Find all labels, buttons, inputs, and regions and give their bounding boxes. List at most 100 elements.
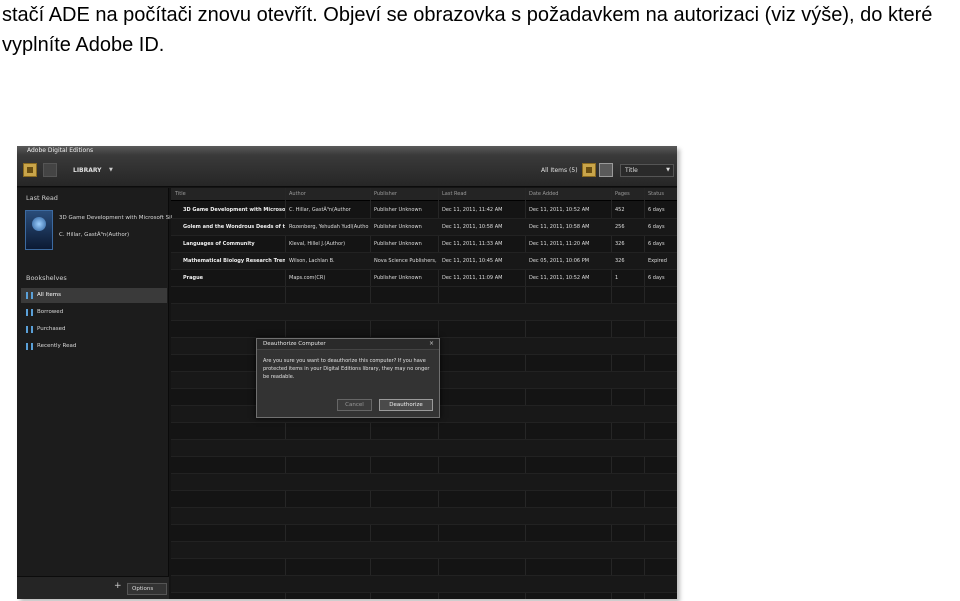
cell-status: 6 days (648, 241, 665, 247)
empty-row (171, 525, 677, 542)
reading-view-icon[interactable] (43, 163, 57, 177)
cell-status: 6 days (648, 224, 665, 230)
shelf-borrowed[interactable]: Borrowed (21, 305, 167, 320)
cell-author: Maps.com(CR) (289, 275, 326, 281)
shelf-label: Purchased (37, 326, 66, 332)
chevron-down-icon: ▼ (666, 167, 670, 173)
last-read-heading: Last Read (26, 194, 58, 202)
column-header-pages[interactable]: Pages (611, 188, 630, 201)
cell-date-added: Dec 11, 2011, 10:58 AM (529, 224, 590, 230)
add-shelf-icon[interactable]: + (114, 581, 122, 591)
cell-publisher: Publisher Unknown (374, 275, 422, 281)
dialog-message: Are you sure you want to deauthorize thi… (263, 358, 430, 380)
shelf-purchased[interactable]: Purchased (21, 322, 167, 337)
chevron-down-icon[interactable]: ▼ (109, 167, 113, 173)
close-icon[interactable]: × (429, 340, 434, 347)
cell-publisher: Publisher Unknown (374, 241, 422, 247)
cell-last-read: Dec 11, 2011, 10:58 AM (442, 224, 503, 230)
recent-book-title[interactable]: 3D Game Development with Microsoft Sil..… (59, 215, 177, 221)
cell-pages: 326 (615, 241, 625, 247)
cell-date-added: Dec 11, 2011, 10:52 AM (529, 207, 590, 213)
shelf-all-items[interactable]: All Items (21, 288, 167, 303)
options-button[interactable]: Options (127, 583, 167, 595)
column-header-date-added[interactable]: Date Added (525, 188, 558, 201)
cell-author: Kleval, Hillel J.(Author) (289, 241, 346, 247)
table-row[interactable]: 3D Game Development with Microsoft Sil..… (171, 202, 677, 219)
cell-title: Languages of Community (183, 241, 255, 247)
cell-author: Wilson, Lachlan B. (289, 258, 335, 264)
sidebar-footer: + Options (17, 576, 169, 599)
recent-book-author: C. Hillar, GastÃ³n(Author) (59, 232, 130, 238)
empty-row (171, 423, 677, 440)
cell-publisher: Publisher Unknown (374, 207, 422, 213)
column-header-status[interactable]: Status (644, 188, 664, 201)
bookshelf-icon (26, 326, 33, 333)
cell-title: 3D Game Development with Microsoft Sil..… (183, 207, 285, 213)
empty-row (171, 559, 677, 576)
table-row[interactable]: Golem and the Wondrous Deeds of the... R… (171, 219, 677, 236)
empty-row (171, 474, 677, 491)
window-titlebar: Adobe Digital Editions (17, 146, 677, 155)
bookshelves-heading: Bookshelves (26, 274, 67, 282)
library-view-icon[interactable] (23, 163, 37, 177)
empty-row (171, 304, 677, 321)
empty-row (171, 321, 677, 338)
bookshelf-icon (26, 309, 33, 316)
column-header-publisher[interactable]: Publisher (370, 188, 397, 201)
empty-row (171, 440, 677, 457)
list-view-icon[interactable] (599, 163, 613, 177)
shelf-recently-read[interactable]: Recently Read (21, 339, 167, 354)
document-paragraph: stačí ADE na počítači znovu otevřít. Obj… (2, 0, 960, 60)
empty-row (171, 491, 677, 508)
cell-title: Golem and the Wondrous Deeds of the... (183, 224, 285, 230)
paragraph-line-2: vyplníte Adobe ID. (2, 34, 165, 56)
all-items-count: All Items (5) (541, 167, 578, 174)
cell-status: 6 days (648, 275, 665, 281)
empty-row (171, 457, 677, 474)
sort-select[interactable]: Title ▼ (620, 164, 674, 177)
cell-date-added: Dec 11, 2011, 10:52 AM (529, 275, 590, 281)
deauthorize-dialog: Deauthorize Computer × Are you sure you … (256, 338, 440, 418)
cell-last-read: Dec 11, 2011, 11:42 AM (442, 207, 503, 213)
cell-date-added: Dec 05, 2011, 10:06 PM (529, 258, 590, 264)
empty-row (171, 576, 677, 593)
book-cover[interactable] (25, 210, 53, 250)
empty-row (171, 542, 677, 559)
deauthorize-button[interactable]: Deauthorize (379, 399, 433, 411)
library-label[interactable]: LIBRARY (73, 167, 102, 174)
cell-last-read: Dec 11, 2011, 11:33 AM (442, 241, 503, 247)
cell-author: Rozenberg, Yehudah Yudl(Autho (289, 224, 369, 230)
cell-pages: 326 (615, 258, 625, 264)
empty-row (171, 287, 677, 304)
toolbar: LIBRARY ▼ All Items (5) Title ▼ (17, 155, 677, 187)
shelf-label: All Items (37, 292, 61, 298)
table-row[interactable]: Languages of Community Kleval, Hillel J.… (171, 236, 677, 253)
shelf-label: Borrowed (37, 309, 64, 315)
cell-author: C. Hillar, GastÃ³n(Author (289, 207, 351, 213)
cell-publisher: Publisher Unknown (374, 224, 422, 230)
sort-value: Title (625, 167, 638, 174)
empty-row (171, 508, 677, 525)
cell-pages: 452 (615, 207, 625, 213)
cancel-button[interactable]: Cancel (337, 399, 372, 411)
cell-last-read: Dec 11, 2011, 10:45 AM (442, 258, 503, 264)
bookshelf-icon (26, 292, 33, 299)
table-row[interactable]: Prague Maps.com(CR) Publisher Unknown De… (171, 270, 677, 287)
ade-screenshot: Adobe Digital Editions LIBRARY ▼ All Ite… (17, 146, 677, 599)
cell-status: Expired (648, 258, 667, 264)
cell-last-read: Dec 11, 2011, 11:09 AM (442, 275, 503, 281)
shelf-label: Recently Read (37, 343, 77, 349)
dialog-header: Deauthorize Computer × (257, 339, 439, 350)
table-row[interactable]: Mathematical Biology Research Trends Wil… (171, 253, 677, 270)
cell-pages: 256 (615, 224, 625, 230)
thumbnail-view-icon[interactable] (582, 163, 596, 177)
cell-title: Mathematical Biology Research Trends (183, 258, 285, 264)
column-header-title[interactable]: Title (171, 188, 186, 201)
column-header-author[interactable]: Author (285, 188, 306, 201)
dialog-title: Deauthorize Computer (263, 341, 326, 347)
table-header: Title Author Publisher Last Read Date Ad… (171, 188, 677, 201)
column-header-last-read[interactable]: Last Read (438, 188, 467, 201)
cell-publisher: Nova Science Publishers, In (374, 258, 438, 264)
sidebar: Last Read 3D Game Development with Micro… (17, 188, 177, 599)
cell-pages: 1 (615, 275, 619, 281)
